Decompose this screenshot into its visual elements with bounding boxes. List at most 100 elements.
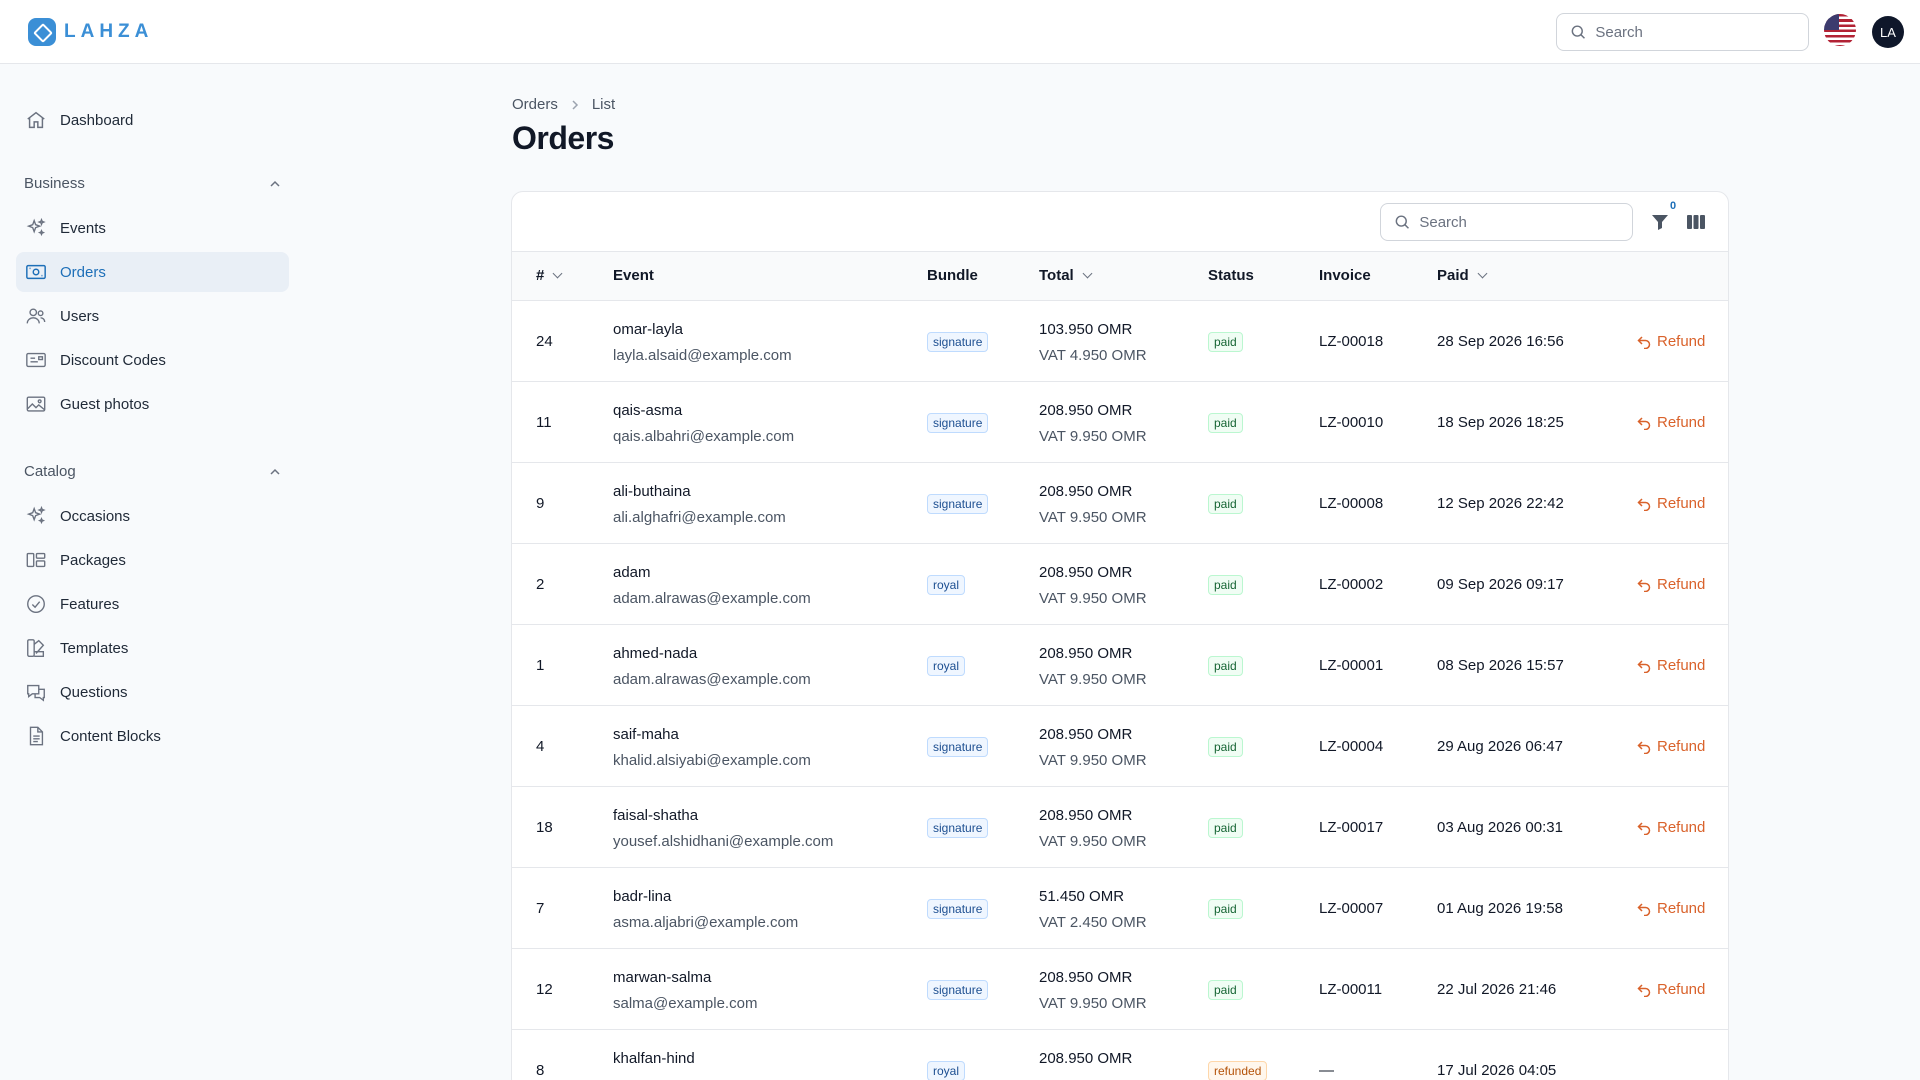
invoice-number[interactable]: LZ-00017 (1319, 819, 1383, 836)
total-cell: 103.950 OMR VAT 4.950 OMR (1039, 321, 1147, 365)
paid-date: 29 Aug 2026 06:47 (1437, 738, 1563, 755)
order-number: 1 (536, 657, 545, 674)
sidebar-item-content-blocks[interactable]: Content Blocks (16, 716, 289, 756)
refund-button[interactable]: Refund (1637, 981, 1705, 998)
event-name[interactable]: badr-lina (613, 888, 798, 906)
sidebar-item-users[interactable]: Users (16, 296, 289, 336)
photo-icon (24, 392, 48, 416)
sidebar-item-guest-photos[interactable]: Guest photos (16, 384, 289, 424)
refund-button[interactable]: Refund (1637, 900, 1705, 917)
chevron-up-icon (270, 180, 280, 187)
event-name[interactable]: qais-asma (613, 402, 794, 420)
table-row[interactable]: 8 khalfan-hind royal 208.950 OMR refunde… (512, 1030, 1728, 1080)
status-badge: paid (1208, 737, 1243, 757)
funnel-icon (1652, 215, 1668, 230)
bundle-badge: signature (927, 494, 989, 514)
global-search[interactable] (1556, 13, 1809, 51)
refund-button[interactable]: Refund (1637, 819, 1705, 836)
sidebar-item-events[interactable]: Events (16, 208, 289, 248)
order-number: 7 (536, 900, 545, 917)
event-cell: khalfan-hind (613, 1050, 695, 1076)
event-name[interactable]: ahmed-nada (613, 645, 811, 663)
total-amount: 208.950 OMR (1039, 645, 1133, 662)
refund-button[interactable]: Refund (1637, 333, 1705, 350)
event-name[interactable]: marwan-salma (613, 969, 757, 987)
sidebar-group-catalog[interactable]: Catalog (24, 463, 281, 480)
table-search[interactable] (1380, 203, 1633, 241)
table-row[interactable]: 4 saif-maha khalid.alsiyabi@example.com … (512, 706, 1728, 787)
filter-button[interactable] (1648, 210, 1672, 234)
refund-button[interactable]: Refund (1637, 738, 1705, 755)
status-badge: refunded (1208, 1061, 1268, 1080)
customer-email: yousef.alshidhani@example.com (613, 833, 834, 850)
total-amount: 208.950 OMR (1039, 402, 1133, 419)
avatar[interactable]: LA (1872, 16, 1904, 48)
table-row[interactable]: 18 faisal-shatha yousef.alshidhani@examp… (512, 787, 1728, 868)
invoice-number[interactable]: — (1319, 1062, 1334, 1079)
us-flag-icon[interactable] (1824, 14, 1856, 46)
table-row[interactable]: 7 badr-lina asma.aljabri@example.com sig… (512, 868, 1728, 949)
chevron-down-icon (552, 268, 563, 279)
sidebar-item-label: Events (60, 219, 106, 237)
invoice-number[interactable]: LZ-00007 (1319, 900, 1383, 917)
total-amount: 208.950 OMR (1039, 969, 1133, 986)
event-name[interactable]: saif-maha (613, 726, 811, 744)
table-search-input[interactable] (1419, 213, 1632, 231)
event-name[interactable]: omar-layla (613, 321, 792, 339)
document-icon (24, 724, 48, 748)
banknote-icon (24, 260, 48, 284)
sidebar-item-orders[interactable]: Orders (16, 252, 289, 292)
breadcrumb-link-orders[interactable]: Orders (512, 96, 558, 113)
sidebar-item-packages[interactable]: Packages (16, 540, 289, 580)
table-body: 24 omar-layla layla.alsaid@example.com s… (512, 301, 1728, 1080)
sidebar-item-discount-codes[interactable]: Discount Codes (16, 340, 289, 380)
global-search-input[interactable] (1595, 23, 1808, 41)
invoice-number[interactable]: LZ-00004 (1319, 738, 1383, 755)
event-name[interactable]: khalfan-hind (613, 1050, 695, 1068)
refund-button[interactable]: Refund (1637, 495, 1705, 512)
columns-toggle-button[interactable] (1684, 210, 1708, 234)
refund-button[interactable]: Refund (1637, 576, 1705, 593)
invoice-number[interactable]: LZ-00018 (1319, 333, 1383, 350)
column-header-total[interactable]: Total (1039, 267, 1093, 284)
invoice-number[interactable]: LZ-00011 (1319, 981, 1382, 998)
column-header-bundle: Bundle (927, 267, 978, 284)
chevron-down-icon (1082, 268, 1093, 279)
event-name[interactable]: ali-buthaina (613, 483, 786, 501)
order-number: 4 (536, 738, 545, 755)
column-header-paid[interactable]: Paid (1437, 267, 1488, 284)
refund-button[interactable]: Refund (1637, 414, 1705, 431)
customer-email: layla.alsaid@example.com (613, 347, 792, 364)
total-cell: 208.950 OMR VAT 9.950 OMR (1039, 402, 1147, 446)
table-row[interactable]: 12 marwan-salma salma@example.com signat… (512, 949, 1728, 1030)
invoice-number[interactable]: LZ-00010 (1319, 414, 1383, 431)
column-header-num[interactable]: # (536, 267, 563, 284)
table-row[interactable]: 24 omar-layla layla.alsaid@example.com s… (512, 301, 1728, 382)
sidebar-group-business[interactable]: Business (24, 175, 281, 192)
table-row[interactable]: 2 adam adam.alrawas@example.com royal 20… (512, 544, 1728, 625)
event-name[interactable]: adam (613, 564, 811, 582)
bundle-cell: signature (927, 332, 989, 352)
sidebar-item-features[interactable]: Features (16, 584, 289, 624)
bundle-badge: signature (927, 980, 989, 1000)
sidebar-item-templates[interactable]: Templates (16, 628, 289, 668)
sidebar-item-occasions[interactable]: Occasions (16, 496, 289, 536)
logo[interactable]: LAHZA (28, 18, 153, 46)
table-row[interactable]: 9 ali-buthaina ali.alghafri@example.com … (512, 463, 1728, 544)
refund-arrow-icon (1637, 497, 1651, 511)
column-header-label: Paid (1437, 267, 1469, 284)
total-amount: 208.950 OMR (1039, 564, 1133, 581)
bundle-badge: signature (927, 899, 989, 919)
bundle-badge: signature (927, 737, 989, 757)
sidebar-item-questions[interactable]: Questions (16, 672, 289, 712)
sidebar-item-dashboard[interactable]: Dashboard (16, 100, 289, 140)
table-row[interactable]: 11 qais-asma qais.albahri@example.com si… (512, 382, 1728, 463)
invoice-number[interactable]: LZ-00008 (1319, 495, 1383, 512)
invoice-number[interactable]: LZ-00001 (1319, 657, 1383, 674)
event-name[interactable]: faisal-shatha (613, 807, 833, 825)
refund-button[interactable]: Refund (1637, 657, 1705, 674)
invoice-number[interactable]: LZ-00002 (1319, 576, 1383, 593)
paid-date: 08 Sep 2026 15:57 (1437, 657, 1564, 674)
chevron-down-icon (1477, 268, 1488, 279)
table-row[interactable]: 1 ahmed-nada adam.alrawas@example.com ro… (512, 625, 1728, 706)
